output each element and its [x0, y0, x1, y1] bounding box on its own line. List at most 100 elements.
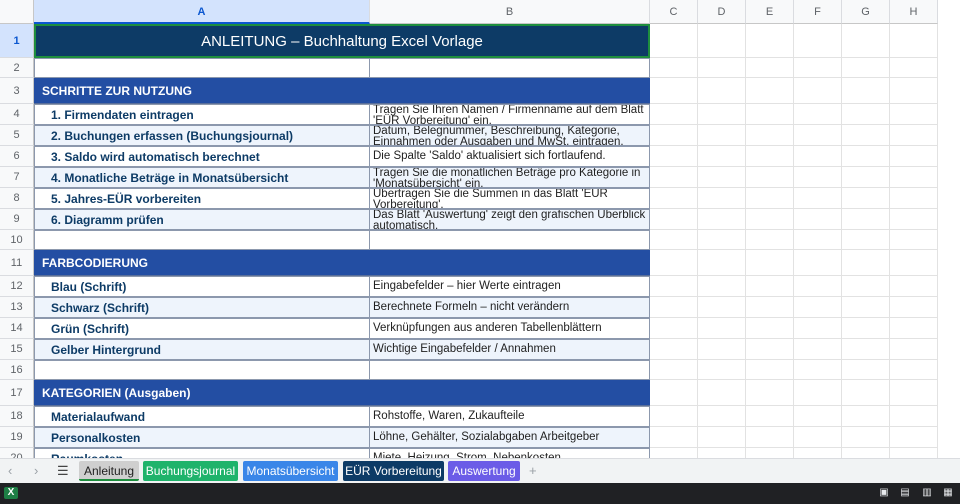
- empty-cell[interactable]: [794, 104, 842, 125]
- row-header[interactable]: 6: [0, 146, 34, 167]
- empty-cell[interactable]: [890, 339, 938, 360]
- empty-cell[interactable]: [842, 250, 890, 276]
- empty-cell[interactable]: [890, 58, 938, 78]
- column-header-g[interactable]: G: [842, 0, 890, 24]
- empty-cell[interactable]: [794, 24, 842, 58]
- empty-cell[interactable]: [746, 58, 794, 78]
- step-description-cell[interactable]: Tragen Sie Ihren Namen / Firmenname auf …: [370, 104, 650, 125]
- empty-cell[interactable]: [698, 448, 746, 458]
- sheet-tab-buchungsjournal[interactable]: Buchungsjournal: [143, 461, 238, 481]
- empty-cell[interactable]: [746, 188, 794, 209]
- category-description-cell[interactable]: Löhne, Gehälter, Sozialabgaben Arbeitgeb…: [370, 427, 650, 448]
- color-description-cell[interactable]: Wichtige Eingabefelder / Annahmen: [370, 339, 650, 360]
- empty-cell[interactable]: [746, 250, 794, 276]
- empty-cell[interactable]: [698, 276, 746, 297]
- empty-cell[interactable]: [842, 360, 890, 380]
- step-label-cell[interactable]: 6. Diagramm prüfen: [34, 209, 370, 230]
- row-header[interactable]: 14: [0, 318, 34, 339]
- empty-cell[interactable]: [698, 104, 746, 125]
- empty-cell[interactable]: [650, 318, 698, 339]
- color-label-cell[interactable]: Blau (Schrift): [34, 276, 370, 297]
- empty-cell[interactable]: [794, 250, 842, 276]
- empty-cell[interactable]: [370, 230, 650, 250]
- empty-cell[interactable]: [890, 146, 938, 167]
- sheet-tab-monatsübersicht[interactable]: Monatsübersicht: [243, 461, 338, 481]
- empty-cell[interactable]: [650, 188, 698, 209]
- empty-cell[interactable]: [746, 276, 794, 297]
- empty-cell[interactable]: [890, 276, 938, 297]
- empty-cell[interactable]: [698, 297, 746, 318]
- grid-icon[interactable]: ▦: [942, 487, 954, 499]
- menu-icon[interactable]: ☰: [57, 463, 69, 479]
- row-header[interactable]: 15: [0, 339, 34, 360]
- row-header[interactable]: 10: [0, 230, 34, 250]
- empty-cell[interactable]: [650, 427, 698, 448]
- empty-cell[interactable]: [650, 250, 698, 276]
- step-label-cell[interactable]: 1. Firmendaten eintragen: [34, 104, 370, 125]
- empty-cell[interactable]: [794, 427, 842, 448]
- empty-cell[interactable]: [698, 209, 746, 230]
- color-label-cell[interactable]: Schwarz (Schrift): [34, 297, 370, 318]
- empty-cell[interactable]: [794, 380, 842, 406]
- column-header-b[interactable]: B: [370, 0, 650, 24]
- excel-app-icon[interactable]: X: [4, 487, 18, 499]
- empty-cell[interactable]: [698, 188, 746, 209]
- empty-cell[interactable]: [650, 167, 698, 188]
- row-header[interactable]: 12: [0, 276, 34, 297]
- empty-cell[interactable]: [650, 104, 698, 125]
- empty-cell[interactable]: [842, 188, 890, 209]
- empty-cell[interactable]: [794, 406, 842, 427]
- empty-cell[interactable]: [842, 58, 890, 78]
- empty-cell[interactable]: [650, 297, 698, 318]
- empty-cell[interactable]: [34, 230, 370, 250]
- empty-cell[interactable]: [650, 360, 698, 380]
- empty-cell[interactable]: [746, 427, 794, 448]
- empty-cell[interactable]: [650, 209, 698, 230]
- empty-cell[interactable]: [794, 188, 842, 209]
- step-description-cell[interactable]: Übertragen Sie die Summen in das Blatt '…: [370, 188, 650, 209]
- color-label-cell[interactable]: Grün (Schrift): [34, 318, 370, 339]
- save-icon[interactable]: ▤: [899, 487, 911, 499]
- empty-cell[interactable]: [842, 406, 890, 427]
- page-title[interactable]: ANLEITUNG – Buchhaltung Excel Vorlage: [34, 24, 650, 58]
- empty-cell[interactable]: [890, 318, 938, 339]
- empty-cell[interactable]: [698, 406, 746, 427]
- step-label-cell[interactable]: 3. Saldo wird automatisch berechnet: [34, 146, 370, 167]
- empty-cell[interactable]: [746, 339, 794, 360]
- empty-cell[interactable]: [842, 146, 890, 167]
- empty-cell[interactable]: [746, 318, 794, 339]
- empty-cell[interactable]: [650, 24, 698, 58]
- empty-cell[interactable]: [698, 380, 746, 406]
- empty-cell[interactable]: [746, 78, 794, 104]
- step-description-cell[interactable]: Tragen Sie die monatlichen Beträge pro K…: [370, 167, 650, 188]
- empty-cell[interactable]: [746, 24, 794, 58]
- empty-cell[interactable]: [890, 230, 938, 250]
- empty-cell[interactable]: [34, 58, 370, 78]
- section-header-colors[interactable]: FARBCODIERUNG: [34, 250, 650, 276]
- empty-cell[interactable]: [794, 448, 842, 458]
- category-description-cell[interactable]: Rohstoffe, Waren, Zukaufteile: [370, 406, 650, 427]
- empty-cell[interactable]: [890, 24, 938, 58]
- empty-cell[interactable]: [890, 406, 938, 427]
- empty-cell[interactable]: [890, 297, 938, 318]
- column-header-d[interactable]: D: [698, 0, 746, 24]
- empty-cell[interactable]: [746, 406, 794, 427]
- empty-cell[interactable]: [698, 58, 746, 78]
- row-header[interactable]: 20: [0, 448, 34, 458]
- row-header[interactable]: 19: [0, 427, 34, 448]
- empty-cell[interactable]: [794, 297, 842, 318]
- empty-cell[interactable]: [842, 125, 890, 146]
- row-header[interactable]: 9: [0, 209, 34, 230]
- sheet-tab-anleitung[interactable]: Anleitung: [79, 461, 139, 481]
- category-label-cell[interactable]: Personalkosten: [34, 427, 370, 448]
- column-header-e[interactable]: E: [746, 0, 794, 24]
- step-description-cell[interactable]: Die Spalte 'Saldo' aktualisiert sich for…: [370, 146, 650, 167]
- column-header-f[interactable]: F: [794, 0, 842, 24]
- empty-cell[interactable]: [890, 448, 938, 458]
- empty-cell[interactable]: [842, 276, 890, 297]
- empty-cell[interactable]: [650, 125, 698, 146]
- empty-cell[interactable]: [842, 78, 890, 104]
- empty-cell[interactable]: [794, 209, 842, 230]
- empty-cell[interactable]: [746, 380, 794, 406]
- empty-cell[interactable]: [746, 125, 794, 146]
